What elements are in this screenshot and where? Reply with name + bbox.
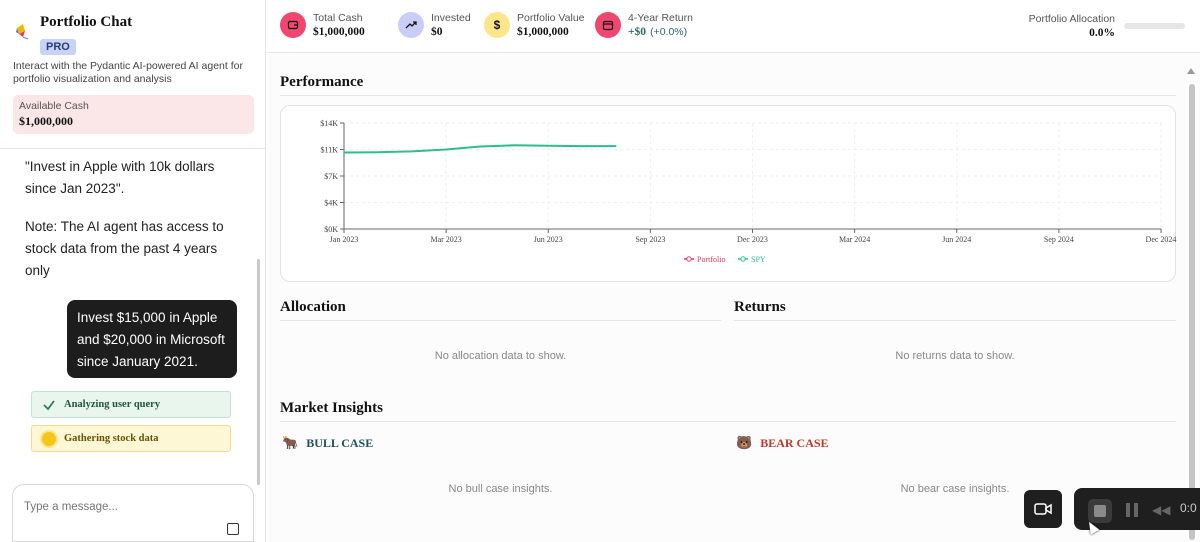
bull-case-header: 🐂 BULL CASE bbox=[282, 435, 373, 451]
x-tick-label: Jun 2023 bbox=[534, 235, 563, 244]
stat-value: $1,000,000 bbox=[517, 26, 569, 38]
message-input[interactable] bbox=[24, 501, 224, 513]
performance-chart: $0K $4K $7K $11K $14K Jan 2023 Mar 2023 Jun 202… bbox=[320, 119, 1177, 264]
stat-total-cash: Total Cash $1,000,000 bbox=[280, 12, 365, 38]
returns-title: Returns bbox=[734, 299, 786, 315]
x-tick-label: Sep 2024 bbox=[1044, 235, 1074, 244]
allocation-value: 0.0% bbox=[1089, 27, 1115, 39]
stat-value: +$0 (+0.0%) bbox=[628, 26, 693, 38]
x-tick-label: Jan 2023 bbox=[330, 235, 359, 244]
recorder-time: 0:0 bbox=[1180, 501, 1197, 515]
chat-scrollbar[interactable] bbox=[257, 259, 260, 485]
app-title: Portfolio Chat bbox=[40, 14, 133, 30]
pro-badge: PRO bbox=[40, 39, 76, 55]
allocation-label: Portfolio Allocation bbox=[1028, 13, 1115, 25]
allocation-title: Allocation bbox=[280, 299, 346, 315]
x-tick-label: Jun 2024 bbox=[942, 235, 971, 244]
legend-marker bbox=[740, 256, 746, 262]
scroll-up-arrow-icon[interactable] bbox=[1187, 68, 1195, 74]
stat-4yr-return: 4-Year Return +$0 (+0.0%) bbox=[595, 12, 693, 38]
calendar-icon bbox=[595, 12, 621, 38]
message-composer bbox=[12, 484, 254, 542]
portfolio-allocation-summary: Portfolio Allocation 0.0% bbox=[1029, 13, 1115, 39]
return-percent: (+0.0%) bbox=[650, 26, 688, 38]
returns-empty-text: No returns data to show. bbox=[895, 350, 1015, 362]
performance-title: Performance bbox=[280, 74, 364, 90]
app-description: Interact with the Pydantic AI-powered AI… bbox=[13, 60, 243, 85]
assistant-message-line: Note: The AI agent has access to stock d… bbox=[25, 219, 224, 278]
dollar-icon: $ bbox=[484, 12, 510, 38]
kite-logo-icon bbox=[16, 24, 29, 40]
stat-label: 4-Year Return bbox=[628, 12, 693, 24]
wallet-icon bbox=[280, 12, 306, 38]
main-content: Performance $0K $4K $7K $11K $14K Jan 2023 Mar… bbox=[267, 54, 1200, 542]
available-cash-label: Available Cash bbox=[19, 100, 89, 112]
bull-empty-text: No bull case insights. bbox=[448, 483, 553, 495]
x-tick-label: Dec 2024 bbox=[1146, 235, 1177, 244]
y-tick-label: $7K bbox=[324, 172, 338, 181]
divider bbox=[734, 320, 1176, 321]
x-tick-label: Sep 2023 bbox=[635, 235, 665, 244]
bull-case-title: BULL CASE bbox=[306, 435, 374, 450]
rewind-icon[interactable]: ◀◀ bbox=[1152, 503, 1170, 517]
bear-case-title: BEAR CASE bbox=[760, 435, 829, 450]
allocation-empty-text: No allocation data to show. bbox=[434, 350, 567, 362]
x-tick-label: Mar 2024 bbox=[839, 235, 870, 244]
stat-label: Total Cash bbox=[313, 12, 363, 24]
y-tick-label: $4K bbox=[324, 199, 338, 208]
sidebar: Portfolio Chat PRO Interact with the Pyd… bbox=[0, 0, 266, 542]
x-tick-label: Dec 2023 bbox=[737, 235, 768, 244]
status-analyzing: Analyzing user query bbox=[31, 391, 231, 418]
y-tick-label: $14K bbox=[320, 119, 338, 128]
stat-label: Portfolio Value bbox=[517, 12, 585, 24]
check-icon bbox=[43, 399, 55, 410]
divider bbox=[280, 320, 721, 321]
x-tick-label: Mar 2023 bbox=[430, 235, 461, 244]
stats-bar: Total Cash $1,000,000 Invested $0 $ Port… bbox=[267, 0, 1200, 53]
trending-up-icon bbox=[398, 12, 424, 38]
divider bbox=[280, 421, 1176, 422]
video-camera-icon bbox=[1034, 503, 1052, 515]
stat-value: $1,000,000 bbox=[313, 26, 365, 38]
bear-icon: 🐻 bbox=[736, 435, 753, 450]
sun-icon bbox=[42, 431, 56, 446]
stat-value: $0 bbox=[431, 26, 443, 38]
status-label: Analyzing user query bbox=[64, 399, 161, 410]
available-cash-card: Available Cash $1,000,000 bbox=[13, 95, 254, 134]
bear-case-header: 🐻 BEAR CASE bbox=[736, 435, 829, 451]
status-label: Gathering stock data bbox=[64, 433, 159, 444]
main-scrollbar[interactable] bbox=[1189, 84, 1195, 540]
assistant-message-line: "Invest in Apple with 10k dollars since … bbox=[25, 159, 215, 196]
performance-chart-card: $0K $4K $7K $11K $14K Jan 2023 Mar 2023 Jun 202… bbox=[280, 105, 1176, 282]
market-insights-title: Market Insights bbox=[280, 400, 383, 416]
brand: Portfolio Chat PRO bbox=[14, 14, 132, 55]
legend-label: SPY bbox=[751, 255, 766, 264]
allocation-progress-bar bbox=[1124, 23, 1185, 29]
y-tick-label: $0K bbox=[324, 225, 338, 234]
stat-invested: Invested $0 bbox=[398, 12, 471, 38]
status-gathering: Gathering stock data bbox=[31, 425, 231, 452]
divider bbox=[280, 95, 1176, 96]
legend-marker bbox=[686, 256, 692, 262]
stat-label: Invested bbox=[431, 12, 471, 24]
y-tick-label: $11K bbox=[321, 146, 339, 155]
user-message-bubble: Invest $15,000 in Apple and $20,000 in M… bbox=[67, 300, 237, 378]
return-amount: +$0 bbox=[628, 26, 647, 38]
camera-button[interactable] bbox=[1024, 490, 1062, 528]
bull-icon: 🐂 bbox=[282, 435, 299, 450]
stat-portfolio-value: $ Portfolio Value $1,000,000 bbox=[484, 12, 585, 38]
legend-label: Portfolio bbox=[697, 255, 725, 264]
send-icon[interactable] bbox=[227, 523, 239, 535]
pause-icon[interactable] bbox=[1126, 503, 1138, 517]
sidebar-divider bbox=[0, 148, 266, 149]
available-cash-value: $1,000,000 bbox=[19, 114, 73, 128]
series-line-spy bbox=[343, 144, 617, 154]
